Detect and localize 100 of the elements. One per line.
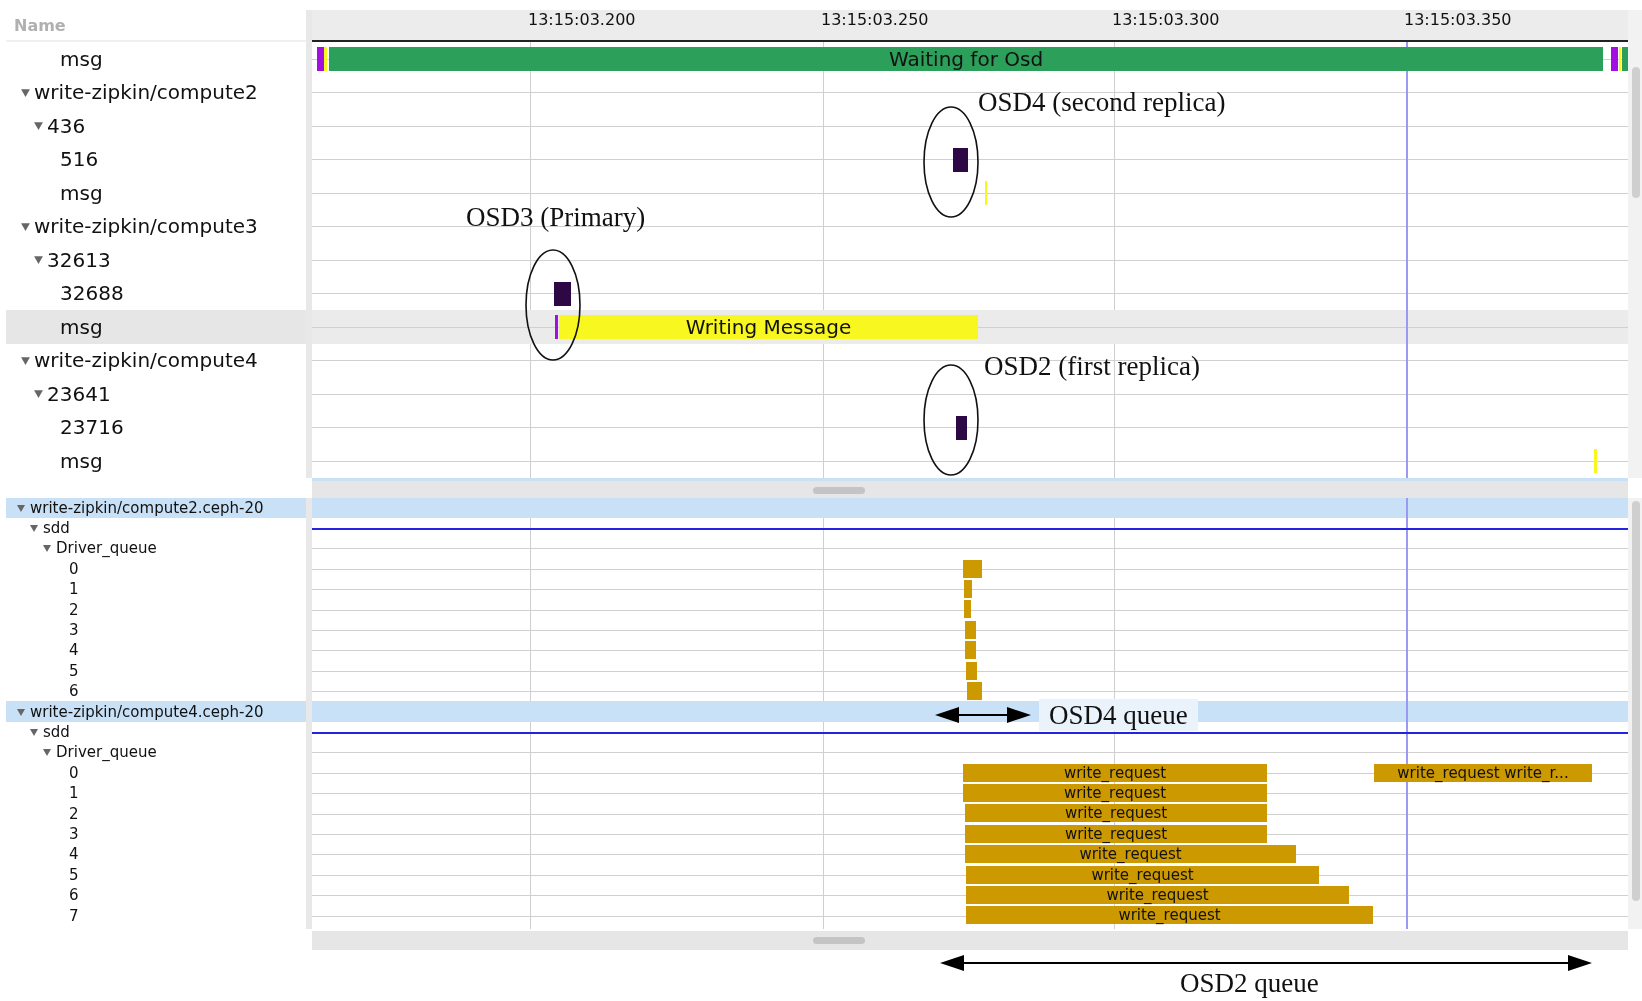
tree-row[interactable]: 2 [6, 599, 306, 620]
event-bar[interactable]: write_request [963, 763, 1267, 782]
tree-row[interactable]: 5 [6, 864, 306, 885]
row-label: write-zipkin/compute4 [34, 348, 258, 373]
tick-label: 13:15:03.350 [1404, 12, 1512, 30]
event-bar[interactable]: write_request [965, 845, 1296, 864]
tree-row[interactable]: msg [6, 310, 306, 344]
tree-row[interactable]: 32613 [6, 243, 306, 277]
row-label: 7 [69, 906, 79, 925]
caret-icon[interactable] [16, 706, 26, 717]
row-label: 23716 [60, 415, 124, 440]
tree-row[interactable]: 4 [6, 640, 306, 661]
caret-icon[interactable] [20, 354, 31, 366]
event-bar[interactable]: Writing Message [559, 315, 978, 339]
caret-icon[interactable] [16, 502, 26, 513]
tree-row[interactable]: 7 [6, 905, 306, 926]
event-bar[interactable] [953, 147, 968, 172]
row-label: 6 [69, 682, 79, 701]
scrollbar-thumb[interactable] [813, 486, 865, 494]
row-label: 3 [69, 824, 79, 843]
event-bar[interactable]: write_request write_r... [1374, 763, 1592, 782]
event-bar[interactable]: write_request [965, 824, 1267, 843]
row-label: 5 [69, 661, 79, 680]
row-label: Driver_queue [56, 539, 157, 558]
caret-icon[interactable] [20, 86, 31, 98]
row-label: sdd [43, 519, 70, 538]
caret-icon[interactable] [29, 727, 39, 737]
scrollbar-thumb[interactable] [1632, 67, 1640, 198]
tree-row[interactable]: 516 [6, 142, 306, 176]
caret-icon[interactable] [33, 254, 44, 266]
row-label: 516 [60, 147, 99, 172]
row-label: 4 [69, 845, 79, 864]
event-bar[interactable]: write_request [966, 865, 1319, 884]
row-label: write-zipkin/compute3 [34, 214, 258, 239]
tree-row[interactable]: 1 [6, 579, 306, 600]
tree-row[interactable]: sdd [6, 721, 306, 743]
annotation-label: OSD4 queue [1039, 699, 1198, 731]
tree-row[interactable]: 6 [6, 884, 306, 906]
caret-icon[interactable] [29, 523, 39, 534]
caret-icon[interactable] [33, 120, 44, 132]
row-label: msg [60, 46, 103, 71]
tree-row[interactable]: 436 [6, 109, 306, 143]
tick-label: 13:15:03.250 [821, 12, 929, 30]
tree-row[interactable]: write-zipkin/compute4.ceph-20 [6, 701, 306, 722]
tree-row[interactable]: Driver_queue [6, 742, 306, 763]
tree-row[interactable]: 23716 [6, 410, 306, 444]
scrollbar-thumb[interactable] [1632, 500, 1640, 901]
tree-row[interactable]: sdd [6, 517, 306, 539]
tree-row[interactable]: 1 [6, 782, 306, 804]
tick-label: 13:15:03.300 [1112, 12, 1220, 30]
tree-row[interactable]: Driver_queue [6, 538, 306, 559]
tree-row[interactable]: 6 [6, 681, 306, 702]
tree-row[interactable]: 0 [6, 762, 306, 783]
tree-row[interactable]: write-zipkin/compute2 [6, 75, 306, 109]
row-label: Driver_queue [56, 743, 157, 762]
tree-row[interactable]: 5 [6, 660, 306, 681]
row-label: 3 [69, 621, 79, 640]
annotation-label: OSD2 queue [1180, 967, 1319, 999]
event-bar[interactable]: write_request [966, 906, 1373, 925]
tree-row[interactable]: write-zipkin/compute4 [6, 343, 306, 377]
row-label: 2 [69, 600, 79, 619]
row-label: write-zipkin/compute2 [34, 80, 258, 105]
row-label: sdd [43, 723, 70, 741]
scrollbar-thumb[interactable] [813, 936, 865, 944]
tree-row[interactable]: write-zipkin/compute2.ceph-20 [6, 497, 306, 518]
row-label: 436 [47, 113, 86, 138]
caret-icon[interactable] [33, 388, 44, 400]
tree-row[interactable]: write-zipkin/compute3 [6, 209, 306, 243]
row-label: 1 [69, 580, 79, 599]
event-bar[interactable]: write_request [963, 783, 1267, 802]
tree-row[interactable]: 3 [6, 823, 306, 845]
tree-row[interactable]: 32688 [6, 276, 306, 310]
row-label: msg [60, 180, 103, 205]
caret-icon[interactable] [42, 543, 52, 554]
row-label: 32688 [60, 281, 124, 306]
row-label: 2 [69, 804, 79, 823]
event-bar[interactable]: Waiting for Osd [329, 47, 1603, 71]
tick-label: 13:15:03.200 [528, 12, 636, 30]
event-bar[interactable]: write_request [966, 885, 1349, 904]
event-bar[interactable] [956, 415, 967, 440]
row-label: 4 [69, 641, 79, 660]
row-label: msg [60, 448, 103, 473]
row-label: write-zipkin/compute4.ceph-20 [30, 702, 264, 721]
annotation-label: OSD2 (first replica) [984, 350, 1200, 382]
tree-row[interactable]: 23641 [6, 377, 306, 411]
tree-row[interactable]: 4 [6, 844, 306, 865]
caret-icon[interactable] [20, 220, 31, 232]
tree-row[interactable]: msg [6, 42, 306, 76]
row-label: 23641 [47, 381, 111, 406]
tree-row[interactable]: 3 [6, 619, 306, 641]
tree-row[interactable]: 0 [6, 558, 306, 580]
event-bar[interactable] [554, 281, 571, 306]
caret-icon[interactable] [42, 747, 52, 758]
tree-row[interactable]: msg [6, 444, 306, 478]
row-label: 32613 [47, 247, 111, 272]
tree-row[interactable]: 2 [6, 803, 306, 824]
event-bar[interactable]: write_request [965, 804, 1267, 823]
row-label: 0 [69, 559, 79, 578]
row-label: 5 [69, 865, 79, 884]
tree-row[interactable]: msg [6, 176, 306, 210]
